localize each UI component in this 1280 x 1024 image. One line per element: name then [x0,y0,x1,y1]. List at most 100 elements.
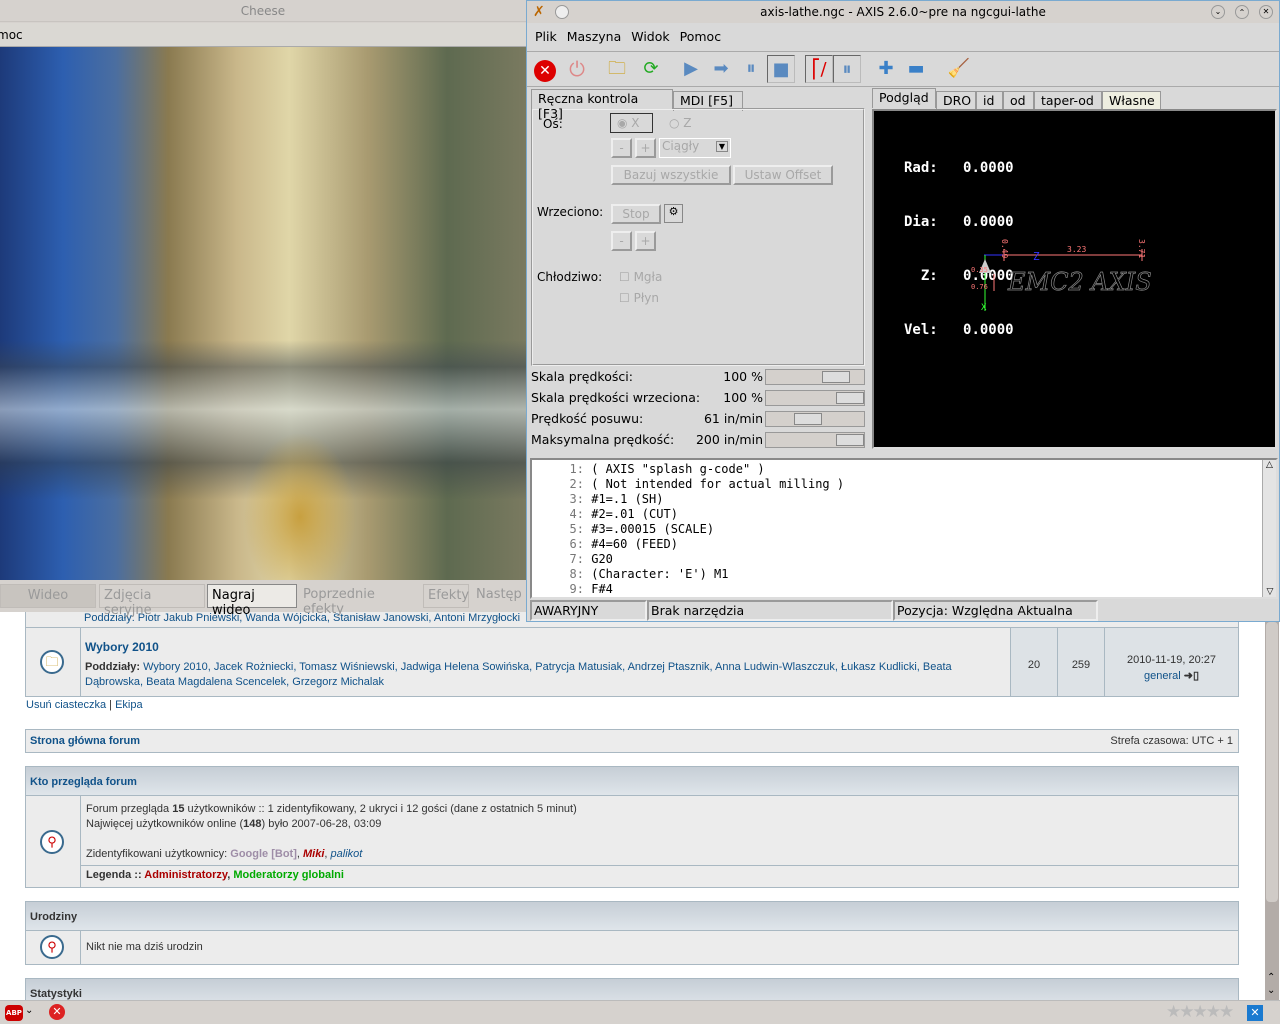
scroll-down-icon[interactable]: ⌄ [1267,985,1275,996]
team-link[interactable]: Ekipa [115,699,143,711]
delete-cookies-link[interactable]: Usuń ciasteczka [26,699,106,711]
forum-title[interactable]: Wybory 2010 [85,640,159,654]
tab-taper-od[interactable]: taper-od [1034,91,1102,111]
maximize-icon[interactable]: ⌃ [1235,5,1249,19]
axis-x-radio[interactable]: ◉ X [610,113,653,133]
previous-effects-button[interactable]: Poprzednie efekty [299,584,421,617]
step-icon[interactable]: ➡ [707,55,735,83]
burst-mode-button[interactable]: Zdjęcia seryjne [99,584,205,618]
mist-checkbox[interactable]: ☐ Mgła [619,270,662,284]
slider-thumb[interactable] [836,434,864,446]
line-text: #3=.00015 (SCALE) [591,522,715,536]
tab-manual[interactable]: Ręczna kontrola [F3] [531,89,673,121]
jog-minus-button[interactable]: - [611,138,632,158]
window-menu-icon[interactable] [555,5,569,19]
spindle-stop-button[interactable]: Stop [611,204,661,224]
gcode-line[interactable]: 4: #2=.01 (CUT) [532,507,1276,522]
slider[interactable] [765,411,865,427]
scroll-up-icon[interactable]: ⌃ [1267,972,1275,983]
zoom-out-icon[interactable]: ▬ [902,55,930,83]
gcode-line[interactable]: 8: (Character: 'E') M1 [532,567,1276,582]
slider[interactable] [765,369,865,385]
slider-label: Skala prędkości wrzeciona: [531,390,701,405]
dropdown-arrow-icon: ▼ [715,141,728,152]
video-mode-button[interactable]: Wideo [0,584,96,608]
slider-thumb[interactable] [836,392,864,404]
preview-canvas[interactable]: Rad: 0.0000 Dia: 0.0000 Z: 0.0000 Vel: 0… [872,109,1277,449]
status-position: Pozycja: Względna Aktualna [893,600,1098,621]
user-miki[interactable]: Miki [303,848,324,860]
zoom-in-icon[interactable]: ✚ [872,55,900,83]
gcode-line[interactable]: 7: G20 [532,552,1276,567]
who-online-header[interactable]: Kto przegląda forum [25,766,1239,796]
effects-button[interactable]: Efekty [423,584,469,608]
pause-icon[interactable]: ⏸ [737,55,765,83]
record-video-button[interactable]: Nagraj wideo [207,584,297,618]
goto-last-post-icon[interactable]: ➜▯ [1184,670,1199,682]
slider[interactable] [765,432,865,448]
menu-machine[interactable]: Maszyna [567,29,622,44]
next-effects-button[interactable]: Następ [472,584,526,608]
menu-help[interactable]: Pomoc [680,29,721,44]
slider-thumb[interactable] [822,371,850,383]
gcode-view[interactable]: 1: ( AXIS "splash g-code" ) 2: ( Not inte… [530,458,1278,599]
legend-admins[interactable]: Administratorzy [144,869,227,881]
page-scrollbar[interactable]: ⌃ ⌄ [1265,622,1279,1000]
tab-dro[interactable]: DRO [936,91,976,111]
minimize-icon[interactable]: ⌄ [1211,5,1225,19]
menu-file[interactable]: Plik [535,29,557,44]
estop-icon[interactable]: ✕ [534,60,556,82]
gcode-scrollbar[interactable]: △ ▽ [1262,460,1276,597]
menu-view[interactable]: Widok [631,29,669,44]
gcode-line[interactable]: 5: #3=.00015 (SCALE) [532,522,1276,537]
stop-icon[interactable]: ■ [767,55,795,83]
spindle-minus-button[interactable]: - [611,231,632,251]
reload-icon[interactable]: ⟳ [637,55,665,83]
chevron-down-icon[interactable]: ⌄ [25,1005,33,1016]
last-post-user[interactable]: general [1144,670,1181,682]
line-number: 2: [569,477,584,491]
block-delete-icon[interactable]: ⎡/ [805,55,833,83]
rating-stars-icon[interactable]: ★★★★★ [1166,1002,1234,1022]
gcode-line[interactable]: 1: ( AXIS "splash g-code" ) [532,462,1276,477]
tab-id[interactable]: id [976,91,1003,111]
line-text: F#4 [591,582,613,596]
slider[interactable] [765,390,865,406]
extension-icon[interactable]: ✕ [1247,1005,1263,1021]
gcode-line[interactable]: 2: ( Not intended for actual milling ) [532,477,1276,492]
jog-plus-button[interactable]: + [635,138,656,158]
last-post-date: 2010-11-19, 20:27 [1126,654,1217,666]
subforums-list[interactable]: Wybory 2010, Jacek Rożniecki, Tomasz Wiś… [85,661,952,688]
adblock-icon[interactable]: ABP [5,1005,23,1021]
tab-custom[interactable]: Własne [1102,91,1161,111]
spindle-brake-icon[interactable]: ⚙ [664,204,683,223]
line-number: 1: [569,462,584,476]
flood-checkbox[interactable]: ☐ Płyn [619,291,659,305]
gcode-line[interactable]: 3: #1=.1 (SH) [532,492,1276,507]
forum-home-link[interactable]: Strona główna forum [30,735,140,747]
slider-thumb[interactable] [794,413,822,425]
jog-mode-select[interactable]: Ciągły ▼ [659,138,731,158]
cheese-menu-help[interactable]: moc [0,28,23,42]
who-online-body: ⚲ Forum przegląda 15 użytkowników :: 1 z… [25,795,1239,888]
user-google-bot[interactable]: Google [Bot] [230,848,297,860]
scrollbar-thumb[interactable] [1266,622,1278,902]
optional-stop-icon[interactable]: ⏸ [833,55,861,83]
run-icon[interactable]: ▶ [677,55,705,83]
clear-plot-icon[interactable]: 🧹 [945,55,973,83]
close-window-icon[interactable]: ✕ [1259,5,1273,19]
gcode-line[interactable]: 6: #4=60 (FEED) [532,537,1276,552]
power-icon[interactable]: ⏻ [563,55,591,83]
touch-off-button[interactable]: Ustaw Offset [733,165,833,185]
spindle-plus-button[interactable]: + [635,231,656,251]
tab-od[interactable]: od [1003,91,1034,111]
tab-preview[interactable]: Podgląd [872,88,936,108]
home-all-button[interactable]: Bazuj wszystkie [611,165,731,185]
dim-left2: 0.76 [971,283,988,291]
user-palikot[interactable]: palikot [331,848,363,860]
open-folder-icon[interactable]: 🗀 [603,55,631,83]
axis-z-radio[interactable]: ○ Z [669,116,692,130]
legend-mods[interactable]: Moderatorzy globalni [233,869,344,881]
gcode-line[interactable]: 9: F#4 [532,582,1276,597]
close-icon[interactable]: ✕ [49,1004,65,1020]
